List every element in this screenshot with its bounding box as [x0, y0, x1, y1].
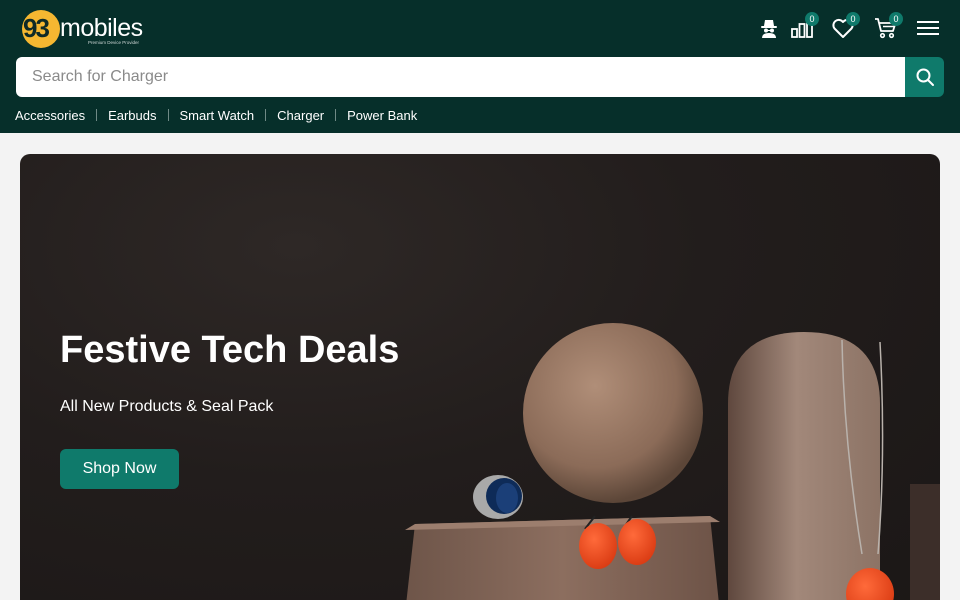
divider	[167, 109, 169, 121]
logo-number: 93	[23, 13, 50, 43]
brand-logo[interactable]: 93 mobiles Premium Device Provider	[22, 10, 143, 48]
arch-pedestal	[728, 332, 880, 600]
sphere-prop	[523, 323, 703, 503]
side-block	[910, 484, 940, 600]
compare-count-badge: 0	[805, 12, 819, 26]
divider	[335, 109, 337, 121]
earring-right	[618, 519, 656, 565]
category-link-charger[interactable]: Charger	[277, 108, 324, 123]
cart-count-badge: 0	[889, 12, 903, 26]
search-icon	[916, 68, 934, 86]
logo-wordmark: mobiles	[60, 14, 143, 42]
hero-product-image	[405, 323, 940, 600]
wishlist-button[interactable]: 0	[829, 12, 860, 42]
divider	[96, 109, 98, 121]
category-nav: Accessories Earbuds Smart Watch Charger …	[15, 106, 417, 124]
earring-left	[579, 523, 617, 569]
hero-title: Festive Tech Deals	[60, 329, 400, 371]
category-link-smart-watch[interactable]: Smart Watch	[180, 108, 255, 123]
search-input[interactable]	[16, 57, 905, 97]
category-link-accessories[interactable]: Accessories	[15, 108, 85, 123]
logo-tagline: Premium Device Provider	[88, 40, 140, 45]
account-button[interactable]	[755, 14, 783, 42]
menu-button[interactable]	[914, 14, 942, 42]
search-bar	[16, 57, 944, 97]
hero-banner: Festive Tech Deals All New Products & Se…	[20, 154, 940, 600]
spy-user-icon	[761, 20, 777, 38]
menu-icon	[917, 21, 939, 35]
hero-subtitle: All New Products & Seal Pack	[60, 398, 274, 415]
search-button[interactable]	[905, 57, 944, 97]
divider	[265, 109, 267, 121]
category-link-power-bank[interactable]: Power Bank	[347, 108, 417, 123]
wishlist-count-badge: 0	[846, 12, 860, 26]
compare-button[interactable]: 0	[788, 12, 819, 42]
site-header: 93 mobiles Premium Device Provider 0 0 0…	[0, 0, 960, 133]
shop-now-button[interactable]: Shop Now	[60, 449, 179, 489]
category-link-earbuds[interactable]: Earbuds	[108, 108, 156, 123]
cart-button[interactable]: 0	[872, 12, 903, 42]
